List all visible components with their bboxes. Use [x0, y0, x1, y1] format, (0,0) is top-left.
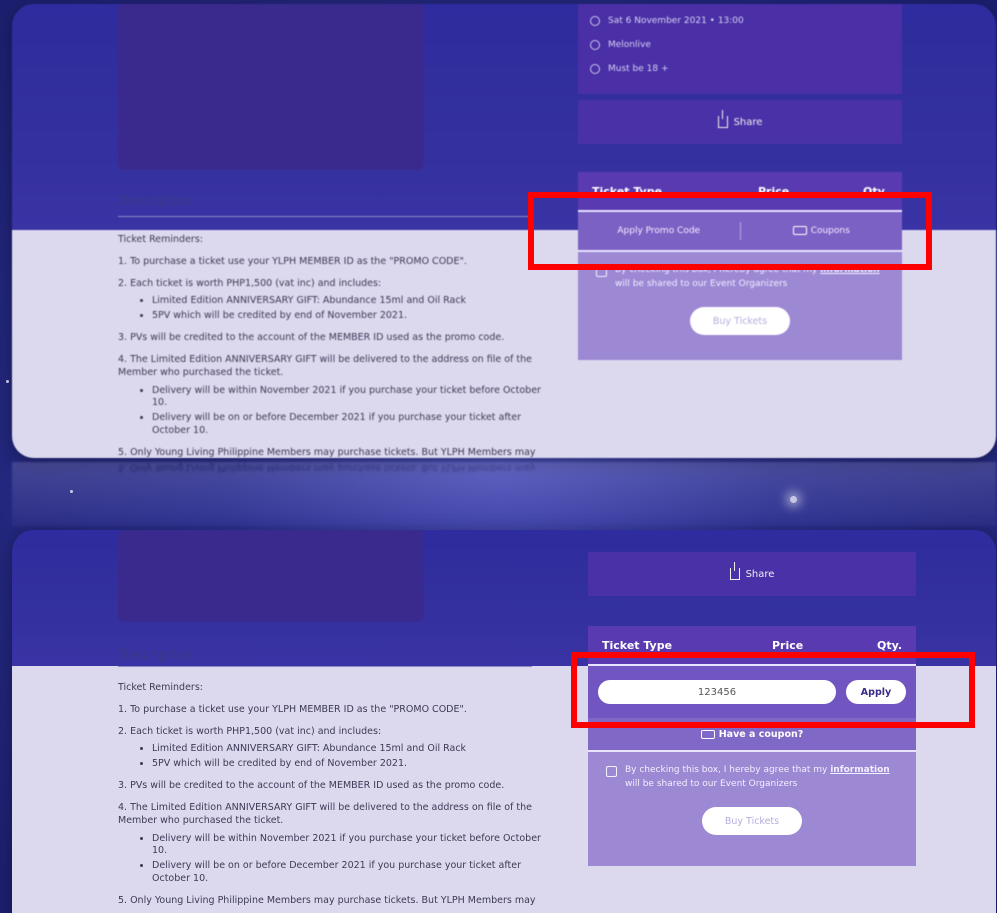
- reminder-2-bullet-2: 5PV which will be credited by end of Nov…: [152, 310, 548, 323]
- have-coupon-label: Have a coupon?: [718, 728, 804, 740]
- highlight-box-promo-input: [571, 652, 975, 728]
- person-icon: [590, 64, 600, 74]
- reminders-heading: Ticket Reminders:: [118, 682, 203, 693]
- reminder-3: 3. PVs will be credited to the account o…: [118, 332, 505, 344]
- reminder-4-bullet-2: Delivery will be on or before December 2…: [152, 412, 548, 438]
- description-title: Description: [118, 648, 193, 663]
- agree-text-end: will be shared to our Event Organizers: [625, 778, 798, 789]
- reminder-2: 2. Each ticket is worth PHP1,500 (vat in…: [118, 725, 382, 737]
- event-venue: Melonlive: [608, 40, 651, 50]
- description-body: Ticket Reminders: 1. To purchase a ticke…: [118, 682, 548, 913]
- share-icon: [717, 110, 728, 128]
- agree-row: By checking this box, I hereby agree tha…: [588, 752, 916, 791]
- agree-text-start: By checking this box, I hereby agree tha…: [625, 765, 831, 775]
- event-meta: Sat 6 November 2021 • 13:00 Melonlive Mu…: [578, 4, 902, 94]
- share-button[interactable]: Share: [578, 100, 902, 144]
- reminder-5: 5. Only Young Living Philippine Members …: [118, 894, 536, 906]
- agree-text: By checking this box, I hereby agree tha…: [625, 764, 898, 791]
- highlight-box-promo-options: [528, 192, 932, 270]
- event-venue-row: Melonlive: [590, 40, 651, 50]
- coupon-icon: [700, 729, 715, 739]
- buy-tickets-button[interactable]: Buy Tickets: [690, 307, 790, 335]
- reminder-2-bullet-1: Limited Edition ANNIVERSARY GIFT: Abunda…: [152, 743, 548, 756]
- share-label: Share: [733, 116, 763, 128]
- col-qty: Qty.: [877, 638, 902, 652]
- reminder-2-bullet-1: Limited Edition ANNIVERSARY GIFT: Abunda…: [152, 295, 548, 308]
- event-image: [118, 530, 424, 622]
- reflection: 5. Only Young Living Philippine Members …: [12, 462, 996, 526]
- agree-text-end: will be shared to our Event Organizers: [615, 278, 788, 289]
- col-ticket-type: Ticket Type: [602, 638, 673, 652]
- clock-icon: [590, 16, 600, 26]
- reminder-4-bullet-1: Delivery will be within November 2021 if…: [152, 385, 548, 411]
- reflection-text: 5. Only Young Living Philippine Members …: [118, 462, 536, 473]
- reminder-4-bullet-1: Delivery will be within November 2021 if…: [152, 833, 548, 859]
- event-age: Must be 18 +: [608, 64, 669, 74]
- share-label: Share: [745, 568, 775, 580]
- description-title: Description: [118, 194, 193, 209]
- information-link[interactable]: information: [830, 765, 889, 775]
- reminder-4: 4. The Limited Edition ANNIVERSARY GIFT …: [118, 353, 532, 378]
- description-divider: [118, 666, 532, 667]
- reminders-heading: Ticket Reminders:: [118, 234, 203, 245]
- description-divider: [118, 216, 532, 217]
- reminder-4-bullet-2: Delivery will be on or before December 2…: [152, 860, 548, 886]
- reminder-3: 3. PVs will be credited to the account o…: [118, 780, 505, 792]
- location-icon: [590, 40, 600, 50]
- reminder-4: 4. The Limited Edition ANNIVERSARY GIFT …: [118, 801, 532, 826]
- agree-checkbox[interactable]: [606, 766, 617, 777]
- col-price: Price: [772, 638, 804, 652]
- event-image: [118, 4, 424, 170]
- event-date-row: Sat 6 November 2021 • 13:00: [590, 16, 744, 26]
- reminder-5: 5. Only Young Living Philippine Members …: [118, 446, 536, 458]
- reminder-1: 1. To purchase a ticket use your YLPH ME…: [118, 255, 467, 267]
- reminder-1: 1. To purchase a ticket use your YLPH ME…: [118, 703, 467, 715]
- share-button[interactable]: Share: [588, 552, 916, 596]
- share-icon: [729, 562, 740, 580]
- event-date: Sat 6 November 2021 • 13:00: [608, 16, 744, 26]
- buy-tickets-button[interactable]: Buy Tickets: [702, 807, 802, 835]
- reminder-2-bullet-2: 5PV which will be credited by end of Nov…: [152, 758, 548, 771]
- reminder-2: 2. Each ticket is worth PHP1,500 (vat in…: [118, 277, 382, 289]
- description-body: Ticket Reminders: 1. To purchase a ticke…: [118, 234, 548, 458]
- event-age-row: Must be 18 +: [590, 64, 669, 74]
